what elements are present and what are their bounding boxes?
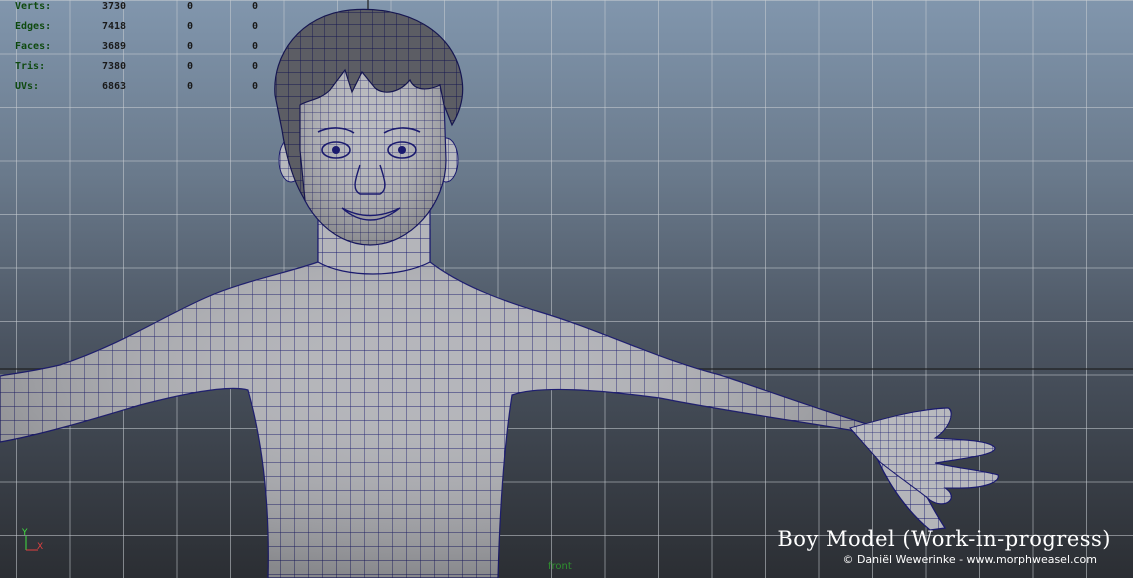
hud-value: 0 [252,1,259,12]
axis-y-label: Y [22,528,28,538]
hud-label: Verts: [15,1,52,12]
hud-value: 3730 [102,1,127,12]
hud-label: Edges: [15,21,52,32]
render-credit: © Daniël Wewerinke - www.morphweasel.com [842,553,1097,566]
hud-value: 0 [252,41,259,52]
hud-value: 7380 [102,61,127,72]
render-title: Boy Model (Work-in-progress) [777,527,1111,551]
right-pupil [398,146,406,154]
axis-x-label: X [37,542,44,552]
hud-value: 0 [187,61,194,72]
hud-label: UVs: [15,81,40,92]
hud-value: 0 [252,61,259,72]
hud-value: 0 [187,1,194,12]
left-pupil [332,146,340,154]
hud-value: 6863 [102,81,127,92]
hud-value: 3689 [102,41,127,52]
hud-value: 0 [187,21,194,32]
boy-wireframe-model[interactable] [0,0,1133,578]
torso-shading [0,230,870,578]
hud-value: 0 [187,41,194,52]
hand-mesh [849,407,999,505]
hud-value: 0 [187,81,194,92]
hud-value: 0 [252,81,259,92]
axis-gizmo: Y X [16,528,46,554]
hud-label: Faces: [15,41,52,52]
camera-name-label: front [548,561,572,572]
3d-viewport[interactable]: Verts: 3730 0 0 Edges: 7418 0 0 Faces: 3… [0,0,1133,578]
hud-label: Tris: [15,61,46,72]
hud-value: 0 [252,21,259,32]
hud-value: 7418 [102,21,127,32]
